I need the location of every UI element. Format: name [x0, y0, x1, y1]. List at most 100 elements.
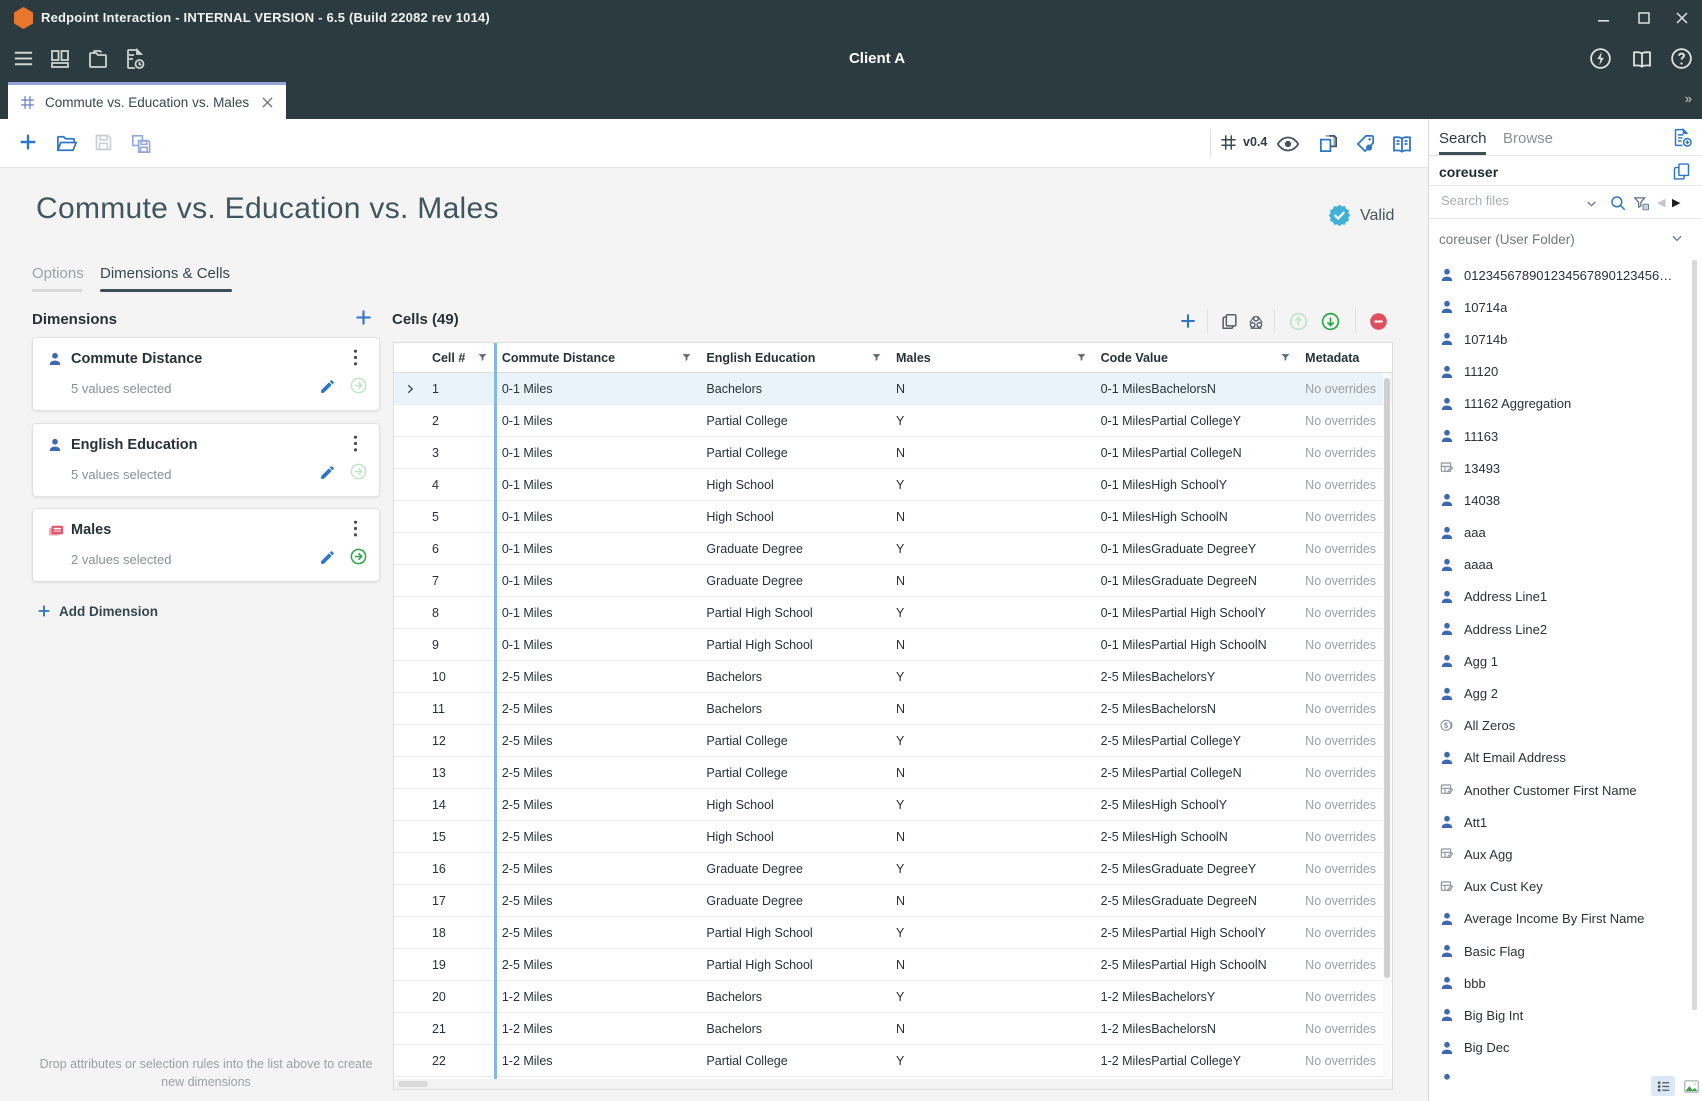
table-row[interactable]: 102-5 MilesBachelorsY2-5 MilesBachelorsY… [394, 661, 1392, 693]
main-menu-button[interactable] [12, 47, 35, 70]
next-page-icon[interactable]: ▶ [1672, 196, 1680, 209]
file-item[interactable]: 13493 [1429, 452, 1691, 484]
close-window-button[interactable] [1669, 6, 1695, 30]
file-item[interactable]: 11120 [1429, 356, 1691, 388]
open-button[interactable] [55, 132, 78, 155]
table-row[interactable]: 172-5 MilesGraduate DegreeN2-5 MilesGrad… [394, 885, 1392, 917]
add-dimension-button[interactable]: Add Dimension [36, 603, 158, 619]
filter-icon[interactable] [1076, 352, 1087, 363]
connection-status-icon[interactable] [1588, 46, 1613, 71]
file-item[interactable]: aaaa [1429, 549, 1691, 581]
paste-copy-icon[interactable] [1671, 161, 1692, 182]
file-item[interactable]: Big Big Int [1429, 999, 1691, 1031]
file-item[interactable]: Basic Flag [1429, 935, 1691, 967]
add-cell-button[interactable] [1178, 311, 1198, 331]
search-files-input[interactable] [1439, 192, 1583, 209]
column-header[interactable]: Commute Distance [494, 351, 699, 365]
file-item[interactable]: 14038 [1429, 484, 1691, 516]
table-vertical-scrollbar[interactable] [1383, 373, 1391, 1081]
delete-cells-button[interactable] [1368, 311, 1389, 332]
tag-icon[interactable] [1354, 132, 1377, 155]
new-file-icon[interactable] [1672, 127, 1693, 148]
filter-icon[interactable] [1280, 352, 1291, 363]
chevron-down-icon[interactable] [1585, 197, 1598, 210]
tab-options[interactable]: Options [32, 265, 84, 282]
file-item[interactable]: Average Income By First Name [1429, 903, 1691, 935]
tab-dimensions-cells[interactable]: Dimensions & Cells [100, 265, 230, 282]
table-row[interactable]: 40-1 MilesHigh SchoolY0-1 MilesHigh Scho… [394, 469, 1392, 501]
user-folder-label[interactable]: coreuser (User Folder) [1439, 232, 1575, 247]
apply-dimension-arrow-icon[interactable] [349, 462, 368, 481]
list-view-button[interactable] [1651, 1076, 1675, 1096]
sidebar-scrollbar[interactable] [1692, 260, 1697, 1010]
file-item[interactable]: Address Line1 [1429, 581, 1691, 613]
search-icon[interactable] [1609, 194, 1627, 212]
table-row[interactable]: 70-1 MilesGraduate DegreeN0-1 MilesGradu… [394, 565, 1392, 597]
sidebar-tab-search[interactable]: Search [1439, 130, 1487, 147]
documentation-book-icon[interactable] [1630, 47, 1654, 71]
file-item[interactable]: Agg 2 [1429, 677, 1691, 709]
file-item[interactable]: Aux Cust Key [1429, 871, 1691, 903]
filter-results-icon[interactable] [1633, 195, 1650, 212]
file-item[interactable]: Alt Email Address [1429, 742, 1691, 774]
column-header[interactable]: Code Value [1093, 351, 1298, 365]
edit-dimension-icon[interactable] [319, 378, 336, 395]
table-row[interactable]: 10-1 MilesBachelorsN0-1 MilesBachelorsNN… [394, 373, 1392, 405]
file-item[interactable]: 10714b [1429, 323, 1691, 355]
column-header[interactable]: Cell # [424, 351, 494, 365]
apply-dimension-arrow-icon[interactable] [349, 547, 368, 566]
new-button[interactable] [17, 131, 39, 153]
help-icon[interactable] [1669, 46, 1694, 71]
dimension-card[interactable]: Commute Distance5 values selected [32, 337, 380, 411]
edit-dimension-icon[interactable] [319, 549, 336, 566]
column-header[interactable]: English Education [698, 351, 888, 365]
apply-dimension-arrow-icon[interactable] [349, 376, 368, 395]
open-folder-icon[interactable] [86, 47, 110, 71]
table-row[interactable]: 20-1 MilesPartial CollegeY0-1 MilesParti… [394, 405, 1392, 437]
table-row[interactable]: 122-5 MilesPartial CollegeY2-5 MilesPart… [394, 725, 1392, 757]
file-item[interactable]: All Zeros [1429, 710, 1691, 742]
minimize-button[interactable] [1591, 6, 1617, 30]
column-header[interactable]: Males [888, 351, 1093, 365]
column-header[interactable]: Metadata [1297, 351, 1392, 365]
document-tab[interactable]: Commute vs. Education vs. Males [8, 82, 286, 119]
thumbnail-view-button[interactable] [1679, 1076, 1702, 1096]
more-tabs-chevron-icon[interactable]: » [1685, 91, 1692, 106]
maximize-button[interactable] [1631, 6, 1657, 30]
table-row[interactable]: 50-1 MilesHigh SchoolN0-1 MilesHigh Scho… [394, 501, 1392, 533]
save-button[interactable] [93, 132, 114, 153]
close-tab-icon[interactable] [262, 97, 273, 108]
workspace-layout-icon[interactable] [48, 47, 72, 71]
table-row[interactable]: 142-5 MilesHigh SchoolY2-5 MilesHigh Sch… [394, 789, 1392, 821]
file-item[interactable]: aaa [1429, 517, 1691, 549]
file-item[interactable]: 10714a [1429, 291, 1691, 323]
table-row[interactable]: 182-5 MilesPartial High SchoolY2-5 Miles… [394, 917, 1392, 949]
search-query-text[interactable]: coreuser [1439, 164, 1498, 180]
table-row[interactable]: 132-5 MilesPartial CollegeN2-5 MilesPart… [394, 757, 1392, 789]
file-item[interactable]: 0123456789012345678901234567890123456789 [1429, 259, 1691, 291]
move-down-button[interactable] [1320, 311, 1341, 332]
sidebar-tab-browse[interactable]: Browse [1503, 130, 1553, 147]
table-horizontal-scrollbar[interactable] [394, 1079, 1393, 1089]
generate-cells-button[interactable] [1246, 312, 1266, 332]
table-row[interactable]: 112-5 MilesBachelorsN2-5 MilesBachelorsN… [394, 693, 1392, 725]
table-row[interactable]: 90-1 MilesPartial High SchoolN0-1 MilesP… [394, 629, 1392, 661]
file-item[interactable]: 11162 Aggregation [1429, 388, 1691, 420]
table-row[interactable]: 152-5 MilesHigh SchoolN2-5 MilesHigh Sch… [394, 821, 1392, 853]
more-options-kebab-icon[interactable] [353, 519, 369, 539]
table-row[interactable]: 201-2 MilesBachelorsY1-2 MilesBachelorsY… [394, 981, 1392, 1013]
table-row[interactable]: 60-1 MilesGraduate DegreeY0-1 MilesGradu… [394, 533, 1392, 565]
recent-documents-icon[interactable] [123, 47, 147, 71]
more-options-kebab-icon[interactable] [353, 348, 369, 368]
table-row[interactable]: 162-5 MilesGraduate DegreeY2-5 MilesGrad… [394, 853, 1392, 885]
table-row[interactable]: 192-5 MilesPartial High SchoolN2-5 Miles… [394, 949, 1392, 981]
file-item[interactable]: Address Line2 [1429, 613, 1691, 645]
dimension-card[interactable]: English Education5 values selected [32, 423, 380, 497]
copy-document-icon[interactable] [1317, 132, 1340, 155]
table-row[interactable]: 221-2 MilesPartial CollegeY1-2 MilesPart… [394, 1045, 1392, 1077]
file-item[interactable]: Att1 [1429, 806, 1691, 838]
dimension-card[interactable]: Males2 values selected [32, 508, 380, 582]
file-item[interactable]: 11163 [1429, 420, 1691, 452]
table-row[interactable]: 211-2 MilesBachelorsN1-2 MilesBachelorsN… [394, 1013, 1392, 1045]
file-item[interactable]: Another Customer First Name [1429, 774, 1691, 806]
